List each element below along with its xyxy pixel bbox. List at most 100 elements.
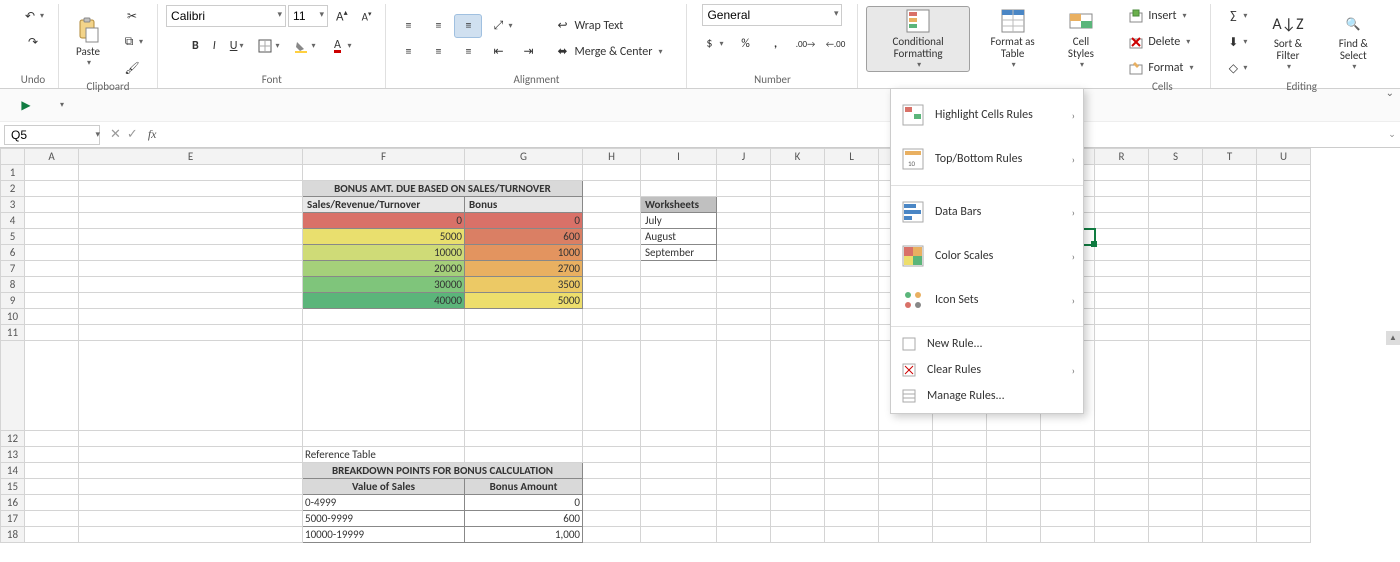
cell[interactable] <box>1203 447 1257 463</box>
italic-button[interactable]: I <box>207 35 222 57</box>
cell[interactable] <box>1149 309 1203 325</box>
cell[interactable] <box>641 479 717 495</box>
cell[interactable] <box>79 479 303 495</box>
cell[interactable] <box>1149 463 1203 479</box>
cell[interactable] <box>25 341 79 431</box>
cell[interactable] <box>771 511 825 527</box>
cell[interactable] <box>825 277 879 293</box>
cell[interactable] <box>825 447 879 463</box>
cell[interactable] <box>1149 511 1203 527</box>
cell[interactable] <box>641 463 717 479</box>
cell[interactable] <box>641 447 717 463</box>
cell[interactable] <box>1095 527 1149 543</box>
align-bottom-button[interactable]: ≡ <box>454 14 482 38</box>
cell[interactable] <box>25 495 79 511</box>
cell[interactable] <box>825 431 879 447</box>
format-as-table-button[interactable]: Format as Table▾ <box>976 6 1050 72</box>
format-painter-button[interactable]: 🖌 <box>115 56 149 80</box>
cell[interactable] <box>987 527 1041 543</box>
cell[interactable] <box>303 341 465 431</box>
cell[interactable] <box>717 293 771 309</box>
cell[interactable] <box>641 341 717 431</box>
cell[interactable] <box>79 511 303 527</box>
qat-dropdown[interactable]: ▾ <box>52 96 70 114</box>
row-header[interactable]: 7 <box>1 261 25 277</box>
cell[interactable] <box>303 165 465 181</box>
cell[interactable]: 5000 <box>303 229 465 245</box>
row-header[interactable]: 12 <box>1 431 25 447</box>
cell[interactable] <box>1203 197 1257 213</box>
cell[interactable] <box>717 511 771 527</box>
cell[interactable] <box>1041 431 1095 447</box>
cell[interactable]: July <box>641 213 717 229</box>
cell[interactable] <box>933 495 987 511</box>
cell[interactable] <box>717 197 771 213</box>
cell[interactable] <box>1203 463 1257 479</box>
undo-button[interactable]: ↶▾ <box>16 4 50 28</box>
cell[interactable]: 0-4999 <box>303 495 465 511</box>
cell[interactable] <box>1257 277 1311 293</box>
cell[interactable] <box>641 165 717 181</box>
cell[interactable] <box>717 527 771 543</box>
cell[interactable] <box>1041 479 1095 495</box>
cell[interactable] <box>771 527 825 543</box>
cell[interactable] <box>771 293 825 309</box>
cell[interactable] <box>717 309 771 325</box>
cell[interactable] <box>879 527 933 543</box>
row-header[interactable]: 5 <box>1 229 25 245</box>
cell[interactable] <box>825 181 879 197</box>
font-name-select[interactable] <box>166 5 286 27</box>
cell[interactable] <box>1095 245 1149 261</box>
cell[interactable] <box>1203 181 1257 197</box>
cell[interactable] <box>25 245 79 261</box>
cell[interactable] <box>465 325 583 341</box>
cell[interactable] <box>79 341 303 431</box>
cell-styles-button[interactable]: Cell Styles▾ <box>1056 6 1107 72</box>
cell[interactable]: 2700 <box>465 261 583 277</box>
cell[interactable] <box>1095 165 1149 181</box>
cell[interactable] <box>1095 495 1149 511</box>
row-header[interactable]: 9 <box>1 293 25 309</box>
column-header[interactable]: F <box>303 149 465 165</box>
cell[interactable] <box>79 431 303 447</box>
cell[interactable]: 5000-9999 <box>303 511 465 527</box>
format-button[interactable]: Format▾ <box>1122 56 1202 80</box>
cell[interactable] <box>879 511 933 527</box>
row-header[interactable]: 6 <box>1 245 25 261</box>
align-middle-button[interactable]: ≡ <box>424 14 452 38</box>
cell[interactable] <box>1041 447 1095 463</box>
cell[interactable]: Reference Table <box>303 447 465 463</box>
cell[interactable] <box>1203 431 1257 447</box>
redo-button[interactable]: ↷ <box>19 30 47 54</box>
cf-new-rule[interactable]: New Rule... <box>891 331 1083 357</box>
cell[interactable] <box>1149 293 1203 309</box>
cell[interactable] <box>1257 165 1311 181</box>
cell[interactable] <box>825 495 879 511</box>
cell[interactable] <box>1257 431 1311 447</box>
cell[interactable] <box>771 479 825 495</box>
cell[interactable] <box>79 463 303 479</box>
cell[interactable] <box>583 245 641 261</box>
enter-formula-button[interactable]: ✓ <box>127 127 138 142</box>
cell[interactable] <box>1257 261 1311 277</box>
cell[interactable] <box>641 293 717 309</box>
cell[interactable] <box>79 197 303 213</box>
cell[interactable]: 600 <box>465 511 583 527</box>
cell[interactable] <box>1257 479 1311 495</box>
cell[interactable] <box>825 463 879 479</box>
cell[interactable] <box>1041 463 1095 479</box>
conditional-formatting-button[interactable]: Conditional Formatting▾ <box>866 6 969 72</box>
spreadsheet-grid[interactable]: AEFGHIJKLQRSTU 12BONUS AMT. DUE BASED ON… <box>0 148 1400 543</box>
cell[interactable] <box>771 431 825 447</box>
cell[interactable] <box>79 325 303 341</box>
cell[interactable] <box>879 447 933 463</box>
cell[interactable] <box>1149 527 1203 543</box>
cell[interactable] <box>1149 277 1203 293</box>
cell[interactable] <box>465 341 583 431</box>
increase-indent-button[interactable]: ⇥ <box>514 40 542 64</box>
cell[interactable]: Sales/Revenue/Turnover <box>303 197 465 213</box>
cf-color-scales[interactable]: Color Scales› <box>891 234 1083 278</box>
decrease-decimal-button[interactable]: ←.00 <box>821 32 849 56</box>
name-box[interactable] <box>0 125 104 145</box>
cell[interactable] <box>1149 431 1203 447</box>
